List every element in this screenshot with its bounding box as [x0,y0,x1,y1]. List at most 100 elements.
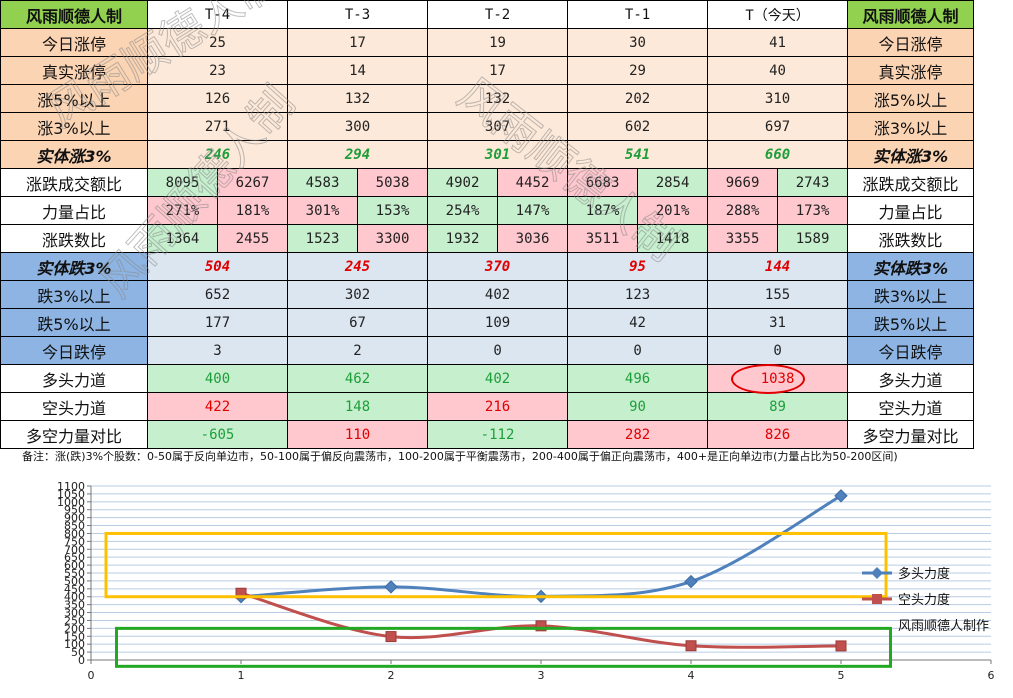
row-label-left: 实体涨3% [0,140,148,169]
table-row: 跌5%以上 177 67 109 42 31 跌5%以上 [0,308,975,337]
table-cell: 4583 [287,168,359,197]
table-cell: 187% [567,196,639,225]
table-cell: 3511 [567,224,639,253]
row-label-right: 跌3%以上 [847,280,975,309]
table-cell: 2854 [637,168,709,197]
table-cell: 0 [567,336,709,365]
brand-cell-left: 风雨顺德人制 [0,0,148,29]
table-cell: 9669 [707,168,779,197]
highlight-circle [731,364,805,394]
table-row: 力量占比 271% 181% 301% 153% 254% 147% 187% 201% 288%… [0,196,975,225]
table-cell: 2743 [777,168,849,197]
row-label-right: 涨5%以上 [847,84,975,113]
table-cell: 307 [427,112,569,141]
table-cell: 132 [427,84,569,113]
table-cell: 2455 [216,224,289,253]
table-cell: 0 [707,336,849,365]
table-cell: 652 [146,280,289,309]
table-cell: 147% [497,196,569,225]
column-header: T-1 [567,0,709,29]
table-cell: 3355 [707,224,779,253]
table-row: 多空力量对比 -605 110 -112 282 826 多空力量对比 [0,420,975,449]
table-cell: 89 [707,392,849,421]
column-header: T（今天） [707,0,849,29]
table-cell: 400 [146,364,289,393]
table-cell: 245 [287,252,429,281]
table-cell: 109 [427,308,569,337]
table-row: 涨5%以上 126 132 132 202 310 涨5%以上 [0,84,975,113]
row-label-left: 多头力道 [0,364,148,393]
legend-label-extra: 风雨顺德人制作 [898,619,989,634]
table-cell: 14 [287,56,429,85]
table-cell: 67 [287,308,429,337]
table-row: 真实涨停 23 14 17 29 40 真实涨停 [0,56,975,85]
legend-label: 多头力度 [898,566,950,582]
table-cell: 132 [287,84,429,113]
row-label-left: 实体跌3% [0,252,148,281]
table-cell: 148 [287,392,429,421]
row-label-right: 实体涨3% [847,140,975,169]
x-tick-label: 3 [538,669,545,682]
y-tick-label: 1100 [57,480,85,493]
table-cell: 3036 [497,224,569,253]
table-cell: 202 [567,84,709,113]
x-tick-label: 4 [688,669,695,682]
row-label-right: 今日跌停 [847,336,975,365]
row-label-left: 跌3%以上 [0,280,148,309]
table-cell: 42 [567,308,709,337]
table-cell: 29 [567,56,709,85]
table-cell: 17 [427,56,569,85]
x-tick-label: 2 [388,669,395,682]
data-point [385,631,397,643]
table-cell: 282 [567,420,709,449]
row-label-right: 涨跌数比 [847,224,975,253]
table-row: 实体涨3% 246 294 301 541 660 实体涨3% [0,140,975,169]
table-cell: 288% [707,196,779,225]
table-cell: 602 [567,112,709,141]
row-label-right: 实体跌3% [847,252,975,281]
table-cell: 301% [287,196,359,225]
row-label-right: 力量占比 [847,196,975,225]
table-cell: 1589 [777,224,849,253]
table-cell: 4902 [427,168,499,197]
table-cell: -605 [146,420,289,449]
data-table: 风雨顺德人制 T-4 T-3 T-2 T-1 T（今天） 风雨顺德人制 今日涨停 25 17 19 3… [0,0,975,449]
table-cell: 271 [146,112,289,141]
table-row: 实体跌3% 504 245 370 95 144 实体跌3% [0,252,975,281]
x-tick-label: 5 [838,669,845,682]
row-label-left: 涨跌成交额比 [0,168,148,197]
table-cell: 173% [777,196,849,225]
table-cell: 300 [287,112,429,141]
row-label-left: 涨跌数比 [0,224,148,253]
table-cell: 3300 [357,224,429,253]
table-cell: 541 [567,140,709,169]
table-cell: 826 [707,420,849,449]
table-cell: 8095 [147,168,218,197]
table-cell: 95 [567,252,709,281]
table-cell: 0 [427,336,569,365]
row-label-left: 多空力量对比 [0,420,148,449]
table-cell: 462 [287,364,429,393]
table-cell: 6267 [216,168,289,197]
table-cell: 2 [287,336,429,365]
table-cell: 402 [427,280,569,309]
table-cell: 504 [146,252,289,281]
table-row: 跌3%以上 652 302 402 123 155 跌3%以上 [0,280,975,309]
table-row: 涨跌成交额比 8095 6267 4583 5038 4902 4452 6683 2854 96… [0,168,975,197]
table-cell: 246 [146,140,289,169]
table-row: 多头力道 400 462 402 496 1038 多头力道 [0,364,975,393]
table-cell: 126 [146,84,289,113]
row-label-right: 多头力道 [847,364,975,393]
table-cell: 25 [146,28,289,57]
table-cell: -112 [427,420,569,449]
data-point [685,640,697,652]
table-cell: 310 [707,84,849,113]
brand-cell-right: 风雨顺德人制 [847,0,975,29]
header-row: 风雨顺德人制 T-4 T-3 T-2 T-1 T（今天） 风雨顺德人制 [0,0,975,29]
row-label-left: 今日跌停 [0,336,148,365]
row-label-left: 今日涨停 [0,28,148,57]
table-cell: 422 [146,392,289,421]
x-tick-label: 0 [88,669,95,682]
table-cell: 41 [707,28,849,57]
table-cell: 660 [707,140,849,169]
